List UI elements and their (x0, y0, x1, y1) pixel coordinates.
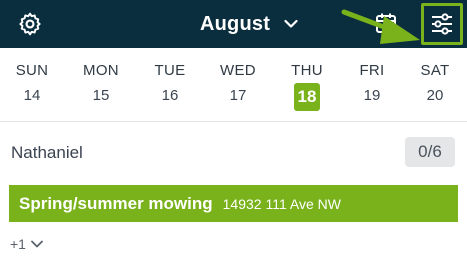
day-number: 20 (426, 87, 444, 104)
job-title: Spring/summer mowing (19, 193, 213, 213)
day-name: THU (291, 62, 323, 79)
day-name: WED (220, 62, 256, 79)
day-number: 15 (92, 87, 110, 104)
day-sun[interactable]: SUN 14 (2, 62, 62, 105)
show-more-toggle[interactable]: +1 (10, 235, 44, 253)
day-sat[interactable]: SAT 20 (405, 62, 465, 105)
day-fri[interactable]: FRI 19 (342, 62, 402, 105)
gear-icon[interactable] (17, 11, 43, 37)
chevron-down-icon (31, 240, 43, 248)
crew-name: Nathaniel (11, 143, 83, 162)
day-name: FRI (359, 62, 385, 79)
day-tue[interactable]: TUE 16 (140, 62, 200, 105)
job-address: 14932 111 Ave NW (222, 195, 341, 212)
day-thu[interactable]: THU 18 (277, 62, 337, 111)
day-number: 16 (161, 87, 179, 104)
day-name: SUN (15, 62, 49, 79)
job-count-badge: 0/6 (405, 137, 455, 167)
day-name: SAT (420, 62, 450, 79)
day-number: 19 (363, 87, 381, 104)
top-bar: August (0, 0, 467, 48)
week-strip: SUN 14 MON 15 TUE 16 WED 17 THU 18 FRI 1… (0, 48, 467, 122)
more-count: +1 (10, 236, 26, 252)
day-name: TUE (154, 62, 186, 79)
filter-button[interactable] (421, 3, 463, 45)
job-card[interactable]: Spring/summer mowing 14932 111 Ave NW (9, 185, 458, 222)
day-number: 14 (23, 87, 41, 104)
month-label: August (200, 12, 271, 35)
sliders-icon (432, 13, 452, 35)
day-name: MON (83, 62, 119, 79)
selected-day-number: 18 (294, 83, 320, 111)
day-wed[interactable]: WED 17 (208, 62, 268, 105)
calendar-icon[interactable] (375, 12, 397, 34)
schedule-app: August SUN 14 MON 15 TUE 16 WED 17 THU 1… (0, 0, 467, 262)
day-number: 17 (229, 87, 247, 104)
day-mon[interactable]: MON 15 (71, 62, 131, 105)
month-selector[interactable]: August (200, 11, 298, 37)
chevron-down-icon (284, 19, 298, 28)
